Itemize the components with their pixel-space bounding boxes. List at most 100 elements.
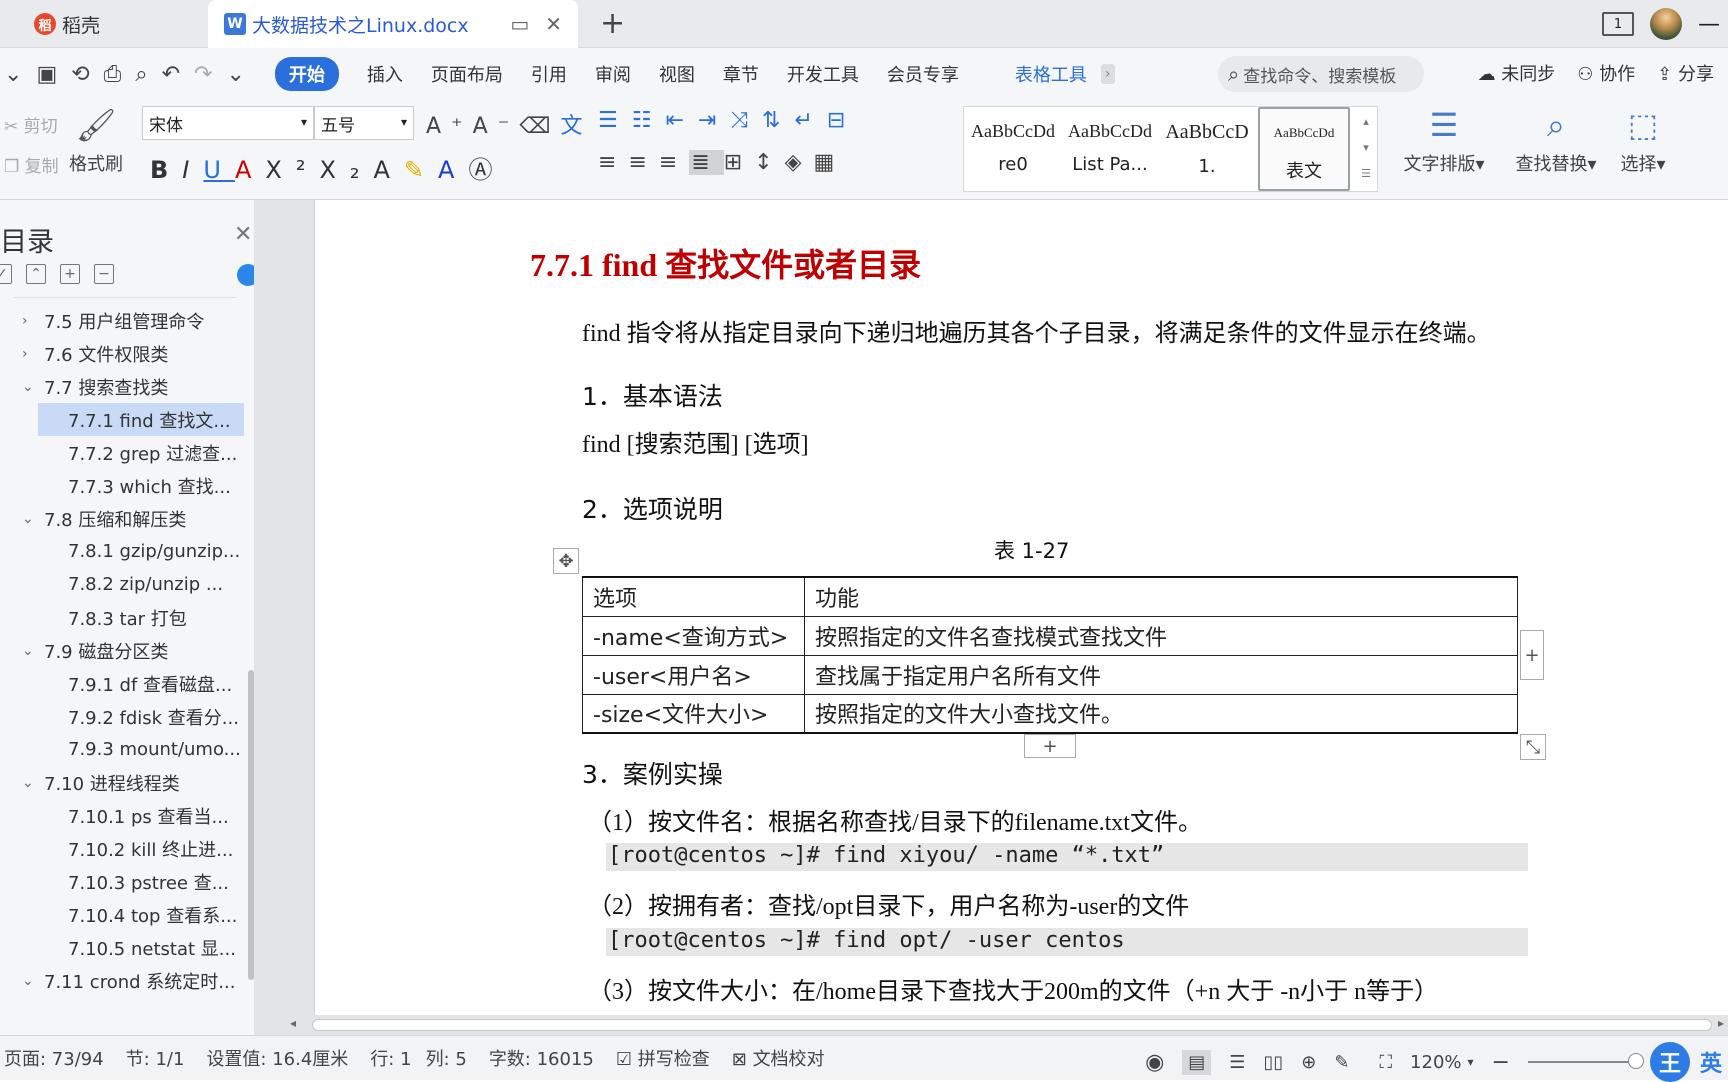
- zoom-slider-knob[interactable]: [1627, 1053, 1644, 1069]
- table-cell[interactable]: -name<查询方式>: [582, 615, 805, 656]
- horizontal-scrollbar[interactable]: ◂ ▸: [254, 1015, 1728, 1035]
- text-direction-icon[interactable]: ⤨: [730, 108, 762, 133]
- table-cell[interactable]: -user<用户名>: [582, 654, 805, 695]
- status-page[interactable]: 页面: 73/94: [4, 1045, 104, 1071]
- chevron-right-icon[interactable]: ›: [22, 346, 42, 362]
- table-header-cell[interactable]: 选项: [582, 576, 805, 617]
- chevron-down-icon[interactable]: ▾: [1468, 1055, 1474, 1069]
- highlight-icon[interactable]: ✎: [404, 156, 438, 184]
- reading-view-icon[interactable]: ▯▯: [1263, 1052, 1283, 1073]
- zoom-out-icon[interactable]: −: [1492, 1050, 1510, 1075]
- menu-view[interactable]: 视图: [659, 61, 695, 87]
- chevron-down-icon[interactable]: ⌄: [22, 511, 42, 527]
- add-row-button[interactable]: +: [1024, 734, 1076, 758]
- toc-item-7-9-2[interactable]: 7.9.2 fdisk 查看分...: [0, 700, 250, 733]
- toc-item-7-8-1[interactable]: 7.8.1 gzip/gunzip...: [0, 535, 250, 568]
- close-icon[interactable]: ✕: [234, 222, 252, 247]
- char-border-icon[interactable]: Ⓐ: [468, 156, 506, 184]
- status-word-count[interactable]: 字数: 16015: [489, 1045, 594, 1071]
- resize-table-icon[interactable]: ⤡: [1520, 734, 1546, 760]
- numbered-list-icon[interactable]: ☷: [632, 108, 666, 133]
- table-cell[interactable]: 按照指定的文件大小查找文件。: [804, 693, 1518, 734]
- table-cell[interactable]: -size<文件大小>: [582, 693, 805, 734]
- toc-check-icon[interactable]: ✓: [0, 264, 12, 284]
- font-name-select[interactable]: 宋体 ▾: [142, 106, 314, 140]
- status-col[interactable]: 列: 5: [426, 1045, 467, 1071]
- align-left-icon[interactable]: ≡: [598, 150, 628, 175]
- format-painter-button[interactable]: 🖌 格式刷: [66, 106, 126, 176]
- chevron-down-icon[interactable]: ⌄: [22, 643, 42, 659]
- collaborate-button[interactable]: ⚇ 协作: [1577, 60, 1635, 86]
- toc-item-7-9-1[interactable]: 7.9.1 df 查看磁盘...: [0, 667, 250, 700]
- font-color-icon[interactable]: A: [438, 156, 468, 184]
- toc-item-7-7-3[interactable]: 7.7.3 which 查找...: [0, 469, 250, 502]
- avatar[interactable]: [1650, 8, 1682, 40]
- font-size-select[interactable]: 五号 ▾: [314, 106, 414, 140]
- status-setting[interactable]: 设置值: 16.4厘米: [206, 1045, 348, 1071]
- cut-button[interactable]: ✂ 剪切: [4, 112, 58, 137]
- sync-button[interactable]: ☁ 未同步: [1478, 60, 1556, 86]
- menu-page-layout[interactable]: 页面布局: [431, 61, 503, 87]
- toc-item-7-11[interactable]: ⌄ 7.11 crond 系统定时...: [0, 964, 250, 997]
- eye-protect-icon[interactable]: ◉: [1145, 1050, 1164, 1075]
- add-column-button[interactable]: +: [1520, 630, 1544, 680]
- toc-item-7-8[interactable]: ⌄ 7.8 压缩和解压类: [0, 502, 250, 535]
- increase-indent-icon[interactable]: ⇥: [698, 108, 730, 133]
- tab-document[interactable]: W 大数据技术之Linux.docx ▭ ✕: [208, 0, 578, 48]
- zoom-level[interactable]: 120%: [1410, 1052, 1461, 1073]
- ime-language[interactable]: 英: [1700, 1046, 1722, 1078]
- web-view-icon[interactable]: ⊕: [1301, 1052, 1316, 1073]
- chevron-right-icon[interactable]: ›: [22, 313, 42, 329]
- toc-item-7-10-1[interactable]: 7.10.1 ps 查看当...: [0, 799, 250, 832]
- style-re0[interactable]: AaBbCcDd re0: [966, 107, 1060, 191]
- toc-item-7-10-4[interactable]: 7.10.4 top 查看系...: [0, 898, 250, 931]
- chevron-down-icon[interactable]: ⌄: [22, 775, 42, 791]
- toc-item-7-6[interactable]: › 7.6 文件权限类: [0, 337, 250, 370]
- strikethrough-icon[interactable]: A: [235, 156, 265, 184]
- italic-icon[interactable]: I: [182, 156, 203, 184]
- scroll-left-icon[interactable]: ◂: [290, 1016, 296, 1030]
- expand-icon[interactable]: +: [60, 264, 80, 284]
- style-table-text[interactable]: AaBbCcDd 表文: [1258, 107, 1350, 191]
- share-button[interactable]: ⇪ 分享: [1657, 60, 1714, 86]
- underline-icon[interactable]: U: [203, 156, 235, 184]
- spell-check-button[interactable]: ☑ 拼写检查: [616, 1045, 710, 1071]
- undo-icon[interactable]: ↶: [162, 62, 180, 87]
- toc-item-7-10-3[interactable]: 7.10.3 pstree 查...: [0, 865, 250, 898]
- menu-developer[interactable]: 开发工具: [787, 61, 859, 87]
- table-header-cell[interactable]: 功能: [804, 576, 1518, 617]
- menu-review[interactable]: 审阅: [595, 61, 631, 87]
- decrease-indent-icon[interactable]: ⇤: [665, 108, 697, 133]
- toc-item-7-7-2[interactable]: 7.7.2 grep 过滤查...: [0, 436, 250, 469]
- toc-item-7-8-2[interactable]: 7.8.2 zip/unzip ...: [0, 568, 250, 601]
- sort-icon[interactable]: ⇅: [762, 108, 794, 133]
- toc-item-7-8-3[interactable]: 7.8.3 tar 打包: [0, 601, 250, 634]
- redo-icon[interactable]: ↷: [194, 62, 212, 87]
- find-replace-button[interactable]: ⌕ 查找替换▾: [1510, 106, 1602, 176]
- menu-references[interactable]: 引用: [531, 61, 567, 87]
- table-cell[interactable]: 按照指定的文件名查找模式查找文件: [804, 615, 1518, 656]
- outline-view-icon[interactable]: ☰: [1229, 1052, 1245, 1073]
- fit-page-icon[interactable]: ⛶: [1379, 1052, 1392, 1073]
- pen-icon[interactable]: ✎: [1334, 1052, 1349, 1073]
- text-effect-icon[interactable]: A: [374, 156, 404, 184]
- toc-item-7-7[interactable]: ⌄ 7.7 搜索查找类: [0, 370, 250, 403]
- grow-font-icon[interactable]: A⁺: [426, 114, 473, 139]
- phonetic-icon[interactable]: 文: [560, 114, 592, 139]
- menu-dropdown-icon[interactable]: ⌄: [4, 62, 22, 87]
- style-list-paragraph[interactable]: AaBbCcDd List Pa...: [1062, 107, 1158, 191]
- table-cell[interactable]: 查找属于指定用户名所有文件: [804, 654, 1518, 695]
- menu-more-icon[interactable]: ›: [1100, 64, 1115, 84]
- align-center-icon[interactable]: ≡: [628, 150, 658, 175]
- format-icon[interactable]: ⟲: [71, 62, 89, 87]
- tab-docer[interactable]: 稻 稻壳: [0, 0, 206, 48]
- toc-item-7-9-3[interactable]: 7.9.3 mount/umo...: [0, 733, 250, 766]
- page-view-icon[interactable]: ▤: [1182, 1049, 1212, 1075]
- style-heading-1[interactable]: AaBbCcD 1.: [1160, 107, 1254, 191]
- menu-member[interactable]: 会员专享: [887, 61, 959, 87]
- toc-item-7-10-5[interactable]: 7.10.5 netstat 显...: [0, 931, 250, 964]
- collapse-all-icon[interactable]: ⌃: [26, 264, 46, 284]
- copy-button[interactable]: ❐ 复制: [4, 152, 59, 177]
- style-scroll[interactable]: ▴ ▾ ☰: [1356, 109, 1376, 187]
- print-preview-icon[interactable]: ⌕: [135, 62, 147, 87]
